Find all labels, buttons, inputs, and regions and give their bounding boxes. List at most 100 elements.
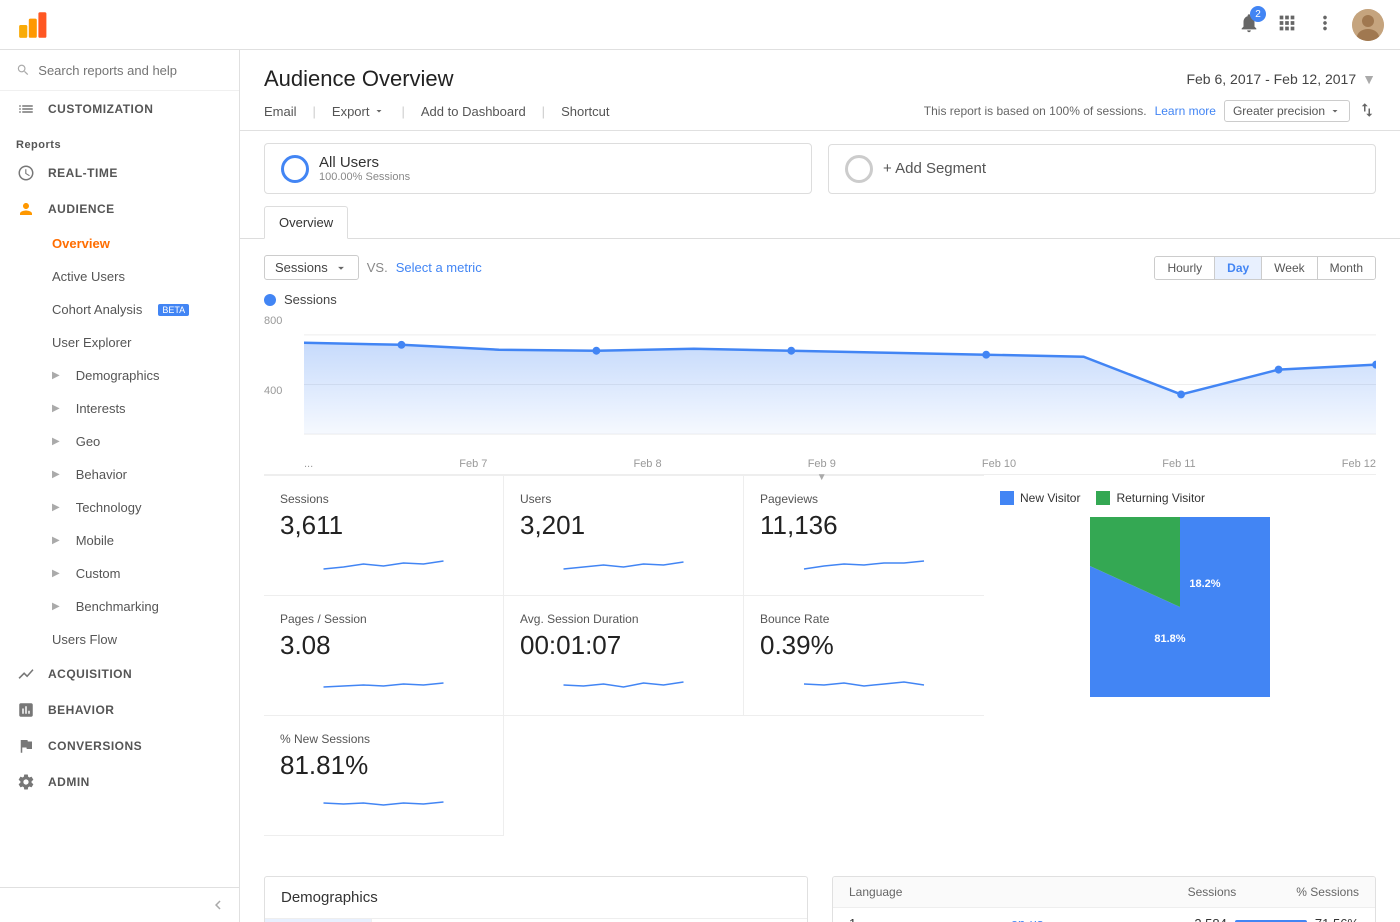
shortcut-button[interactable]: Shortcut	[561, 104, 609, 119]
sidebar-item-customization[interactable]: CUSTOMIZATION	[0, 91, 239, 127]
metric-pageviews: Pageviews 11,136	[744, 476, 984, 596]
cohort-label: Cohort Analysis	[52, 302, 142, 317]
customization-icon	[16, 100, 36, 118]
pie-legend: New Visitor Returning Visitor	[1000, 491, 1205, 505]
customization-label: CUSTOMIZATION	[48, 102, 153, 116]
metric-bounce-rate: Bounce Rate 0.39%	[744, 596, 984, 716]
pie-labels-overlay: 18.2% 81.8%	[1090, 527, 1270, 707]
day-btn[interactable]: Day	[1214, 257, 1261, 279]
pageviews-sparkline	[760, 549, 968, 579]
add-segment-pill[interactable]: + Add Segment	[828, 144, 1376, 194]
sidebar-item-technology[interactable]: ▶ Technology	[0, 491, 239, 524]
sidebar-item-users-flow[interactable]: Users Flow	[0, 623, 239, 656]
custom-arrow-icon: ▶	[52, 568, 60, 579]
bounce-rate-value: 0.39%	[760, 630, 968, 661]
sidebar-item-conversions[interactable]: CONVERSIONS	[0, 728, 239, 764]
behavior-arrow-icon: ▶	[52, 469, 60, 480]
new-sessions-sparkline	[280, 789, 487, 819]
avg-session-label: Avg. Session Duration	[520, 612, 727, 626]
month-btn[interactable]: Month	[1317, 257, 1375, 279]
metric-label: Sessions	[275, 260, 328, 275]
export-button[interactable]: Export	[332, 104, 386, 119]
demographics-section: Demographics Language ▶ Country Language	[264, 876, 1376, 922]
sidebar-item-geo[interactable]: ▶ Geo	[0, 425, 239, 458]
avatar[interactable]	[1352, 9, 1384, 41]
main-chart-svg	[304, 315, 1376, 454]
segment-sub: 100.00% Sessions	[319, 171, 410, 183]
behavior-label: Behavior	[76, 467, 127, 482]
users-flow-label: Users Flow	[52, 632, 117, 647]
metric-users: Users 3,201	[504, 476, 744, 596]
metrics-grid: Sessions 3,611 Users 3,201	[264, 475, 984, 716]
sidebar-item-acquisition[interactable]: ACQUISITION	[0, 656, 239, 692]
search-input[interactable]	[38, 63, 223, 78]
ga-logo-icon	[16, 9, 48, 41]
conversions-icon	[16, 737, 36, 755]
sidebar-item-cohort[interactable]: Cohort Analysis BETA	[0, 293, 239, 326]
select-metric-link[interactable]: Select a metric	[396, 260, 482, 275]
precision-dropdown[interactable]: Greater precision	[1224, 100, 1350, 122]
geo-label: Geo	[76, 434, 101, 449]
week-btn[interactable]: Week	[1261, 257, 1316, 279]
avg-session-sparkline	[520, 669, 727, 699]
metrics-and-pie: Sessions 3,611 Users 3,201	[264, 475, 1376, 836]
main-layout: CUSTOMIZATION Reports REAL-TIME AUDIENCE…	[0, 50, 1400, 922]
sessions-legend-label: Sessions	[284, 292, 337, 307]
apps-icon[interactable]	[1276, 12, 1298, 37]
pages-session-sparkline	[280, 669, 487, 699]
notification-icon[interactable]: 2	[1238, 12, 1260, 37]
all-users-segment[interactable]: All Users 100.00% Sessions	[264, 143, 812, 194]
reports-section-header: Reports	[0, 127, 239, 155]
sidebar-item-benchmarking[interactable]: ▶ Benchmarking	[0, 590, 239, 623]
new-sessions-label: % New Sessions	[280, 732, 487, 746]
content-area: Audience Overview Feb 6, 2017 - Feb 12, …	[240, 50, 1400, 922]
toolbar-right: This report is based on 100% of sessions…	[924, 100, 1376, 122]
sidebar-item-demographics[interactable]: ▶ Demographics	[0, 359, 239, 392]
sidebar-item-audience[interactable]: AUDIENCE	[0, 191, 239, 227]
demographics-table: Demographics Language ▶ Country	[264, 876, 808, 922]
email-button[interactable]: Email	[264, 104, 297, 119]
search-container[interactable]	[0, 50, 239, 91]
more-icon[interactable]	[1314, 12, 1336, 37]
pages-session-value: 3.08	[280, 630, 487, 661]
segment-bar: All Users 100.00% Sessions + Add Segment	[264, 143, 1376, 194]
sidebar-item-realtime[interactable]: REAL-TIME	[0, 155, 239, 191]
returning-visitor-legend: Returning Visitor	[1096, 491, 1205, 505]
learn-more-link[interactable]: Learn more	[1155, 104, 1216, 118]
date-range-text: Feb 6, 2017 - Feb 12, 2017	[1186, 71, 1356, 87]
sidebar-item-behavior[interactable]: ▶ Behavior	[0, 458, 239, 491]
add-dashboard-button[interactable]: Add to Dashboard	[421, 104, 526, 119]
sidebar-item-user-explorer[interactable]: User Explorer	[0, 326, 239, 359]
export-arrow-icon	[373, 105, 385, 117]
hourly-btn[interactable]: Hourly	[1155, 257, 1214, 279]
sidebar-item-overview[interactable]: Overview	[0, 227, 239, 260]
sidebar-item-admin[interactable]: ADMIN	[0, 764, 239, 800]
sidebar-item-custom[interactable]: ▶ Custom	[0, 557, 239, 590]
sidebar-item-active-users[interactable]: Active Users	[0, 260, 239, 293]
benchmarking-arrow-icon: ▶	[52, 601, 60, 612]
date-range-picker[interactable]: Feb 6, 2017 - Feb 12, 2017 ▼	[1186, 71, 1376, 87]
topbar: 2	[0, 0, 1400, 50]
sidebar-item-mobile[interactable]: ▶ Mobile	[0, 524, 239, 557]
sidebar-item-interests[interactable]: ▶ Interests	[0, 392, 239, 425]
tab-overview[interactable]: Overview	[264, 206, 348, 239]
sidebar-item-behavior-nav[interactable]: BEHAVIOR	[0, 692, 239, 728]
behavior-nav-icon	[16, 701, 36, 719]
sidebar-collapse-btn[interactable]	[0, 887, 239, 922]
new-visitor-legend: New Visitor	[1000, 491, 1080, 505]
add-segment-circle	[845, 155, 873, 183]
notification-badge: 2	[1250, 6, 1266, 22]
vs-label: VS.	[367, 260, 388, 275]
x-label-dots: ...	[304, 458, 313, 470]
chart-type-icon[interactable]	[1358, 101, 1376, 122]
lang-en-us[interactable]: en-us	[1011, 916, 1044, 922]
acquisition-label: ACQUISITION	[48, 667, 132, 681]
demographics-arrow-icon: ▶	[52, 370, 60, 381]
bounce-rate-sparkline	[760, 669, 968, 699]
active-users-label: Active Users	[52, 269, 125, 284]
chart-legend: Sessions	[264, 292, 1376, 307]
metric-dropdown[interactable]: Sessions	[264, 255, 359, 280]
users-sparkline	[520, 549, 727, 579]
segment-name: All Users	[319, 154, 410, 171]
admin-label: ADMIN	[48, 775, 90, 789]
